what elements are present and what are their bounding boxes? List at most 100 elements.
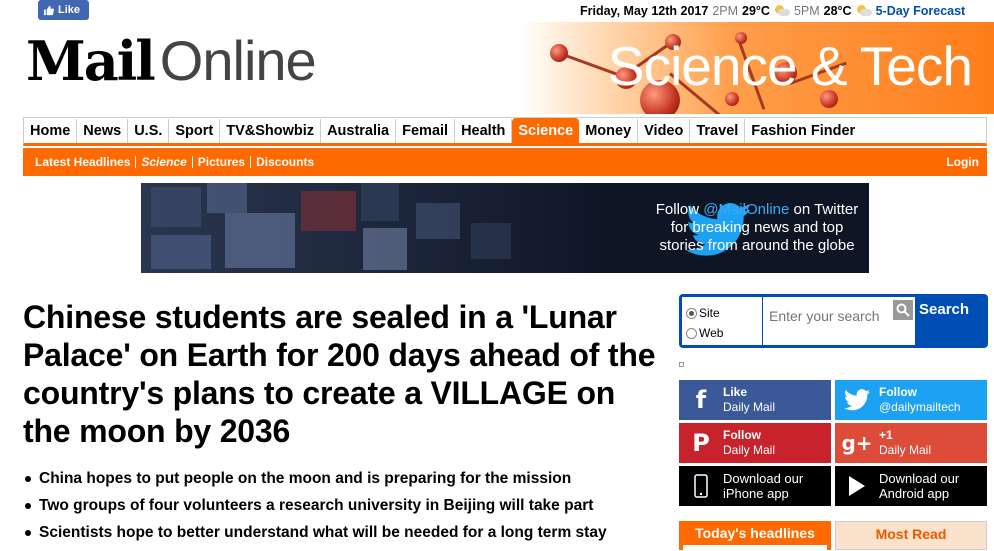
radio-button[interactable] bbox=[686, 327, 697, 339]
collage-photo bbox=[301, 191, 356, 231]
site-logo[interactable]: Mail Online bbox=[26, 28, 317, 93]
twitter-line1: Follow bbox=[879, 385, 917, 399]
scope-site-label: Site bbox=[699, 306, 720, 320]
googleplus-line1: +1 bbox=[879, 428, 893, 442]
article-headline: Chinese students are sealed in a 'Lunar … bbox=[23, 299, 656, 449]
nav-home[interactable]: Home bbox=[24, 118, 78, 143]
tab-todays-label: Today's headlines bbox=[695, 525, 815, 541]
play-store-icon bbox=[835, 466, 879, 506]
search-box: Site Web Search bbox=[679, 294, 988, 348]
nav-femail[interactable]: Femail bbox=[396, 118, 456, 143]
facebook-like-link[interactable]: f Like Daily Mail bbox=[679, 380, 831, 420]
subnav-discounts[interactable]: Discounts bbox=[251, 156, 319, 168]
facebook-line1: Like bbox=[723, 385, 748, 399]
tab-most-read[interactable]: Most Read bbox=[835, 521, 987, 550]
collage-photo bbox=[207, 183, 247, 213]
like-label: Like bbox=[58, 4, 81, 16]
ios-line2: iPhone app bbox=[723, 486, 789, 501]
search-button[interactable]: Search bbox=[919, 301, 969, 318]
molecule-atom bbox=[550, 44, 568, 62]
ios-line1: Download our bbox=[723, 471, 804, 486]
radio-button-selected[interactable] bbox=[686, 307, 697, 319]
partly-cloudy-icon bbox=[856, 5, 872, 17]
android-line2: Android app bbox=[879, 486, 950, 501]
collage-photo bbox=[416, 203, 460, 239]
nav-tv-showbiz[interactable]: TV&Showbiz bbox=[220, 118, 322, 143]
googleplus-icon: g+ bbox=[841, 431, 873, 455]
facebook-like-button[interactable]: Like bbox=[38, 0, 89, 20]
subnav-pictures[interactable]: Pictures bbox=[193, 156, 252, 168]
search-scope: Site Web bbox=[682, 297, 762, 345]
twitter-follow-link[interactable]: Follow @dailymailtech bbox=[835, 380, 987, 420]
pinterest-line2: Daily Mail bbox=[723, 443, 776, 457]
promo-line1-post: on Twitter bbox=[789, 201, 859, 218]
android-app-link[interactable]: Download our Android app bbox=[835, 466, 987, 506]
partly-cloudy-icon bbox=[774, 5, 790, 17]
section-banner: Science & Tech bbox=[520, 22, 994, 114]
summary-bullet: Scientists hope to better understand wha… bbox=[23, 519, 663, 546]
nav-fashion-finder[interactable]: Fashion Finder bbox=[745, 119, 861, 143]
nav-australia[interactable]: Australia bbox=[321, 118, 397, 143]
nav-health[interactable]: Health bbox=[455, 118, 513, 143]
nav-video[interactable]: Video bbox=[638, 118, 691, 143]
twitter-promo-banner[interactable]: Follow @MailOnline on Twitter for breaki… bbox=[141, 183, 869, 273]
section-title: Science & Tech bbox=[607, 35, 973, 97]
search-icon[interactable] bbox=[893, 300, 913, 320]
collage-photo bbox=[151, 187, 201, 227]
facebook-line2: Daily Mail bbox=[723, 400, 776, 414]
search-scope-web[interactable]: Web bbox=[686, 326, 723, 340]
twitter-line2: @dailymailtech bbox=[879, 400, 961, 414]
tab-content-area bbox=[683, 545, 827, 551]
tab-todays-headlines[interactable]: Today's headlines bbox=[679, 521, 831, 551]
thumbs-up-icon bbox=[43, 5, 54, 15]
sub-nav: Latest Headlines Science Pictures Discou… bbox=[23, 148, 987, 176]
twitter-promo-text: Follow @MailOnline on Twitter for breaki… bbox=[637, 201, 869, 255]
login-link[interactable]: Login bbox=[946, 155, 979, 169]
twitter-icon bbox=[835, 380, 879, 420]
photo-collage bbox=[141, 183, 611, 273]
weather-temp-2: 28°C bbox=[823, 4, 852, 18]
weather-time-2: 5PM bbox=[793, 4, 820, 18]
current-date: Friday, May 12th 2017 bbox=[580, 4, 709, 18]
collage-photo bbox=[151, 235, 211, 269]
main-nav: Home News U.S. Sport TV&Showbiz Australi… bbox=[23, 117, 987, 146]
summary-bullet: Two groups of four volunteers a research… bbox=[23, 492, 663, 519]
collage-photo bbox=[225, 213, 295, 268]
nav-sport[interactable]: Sport bbox=[169, 118, 221, 143]
weather-time-1: 2PM bbox=[712, 4, 739, 18]
logo-mail: Mail bbox=[26, 29, 156, 93]
promo-line2: for breaking news and top bbox=[670, 219, 844, 236]
nav-us[interactable]: U.S. bbox=[128, 118, 170, 143]
googleplus-link[interactable]: g+ +1 Daily Mail bbox=[835, 423, 987, 463]
nav-travel[interactable]: Travel bbox=[690, 118, 746, 143]
logo-online: Online bbox=[159, 29, 317, 92]
promo-line1-pre: Follow bbox=[655, 201, 704, 218]
subnav-latest-headlines[interactable]: Latest Headlines bbox=[30, 156, 137, 168]
collage-photo bbox=[363, 228, 407, 270]
weather-temp-1: 29°C bbox=[742, 4, 770, 18]
date-weather-bar: Friday, May 12th 2017 2PM 29°C 5PM 28°C … bbox=[580, 2, 965, 20]
googleplus-line2: Daily Mail bbox=[879, 443, 932, 457]
tab-most-read-label: Most Read bbox=[875, 526, 947, 542]
promo-line3: stories from around the globe bbox=[659, 237, 855, 254]
article-summary: China hopes to put people on the moon an… bbox=[23, 465, 663, 546]
scope-web-label: Web bbox=[699, 326, 724, 340]
pinterest-follow-link[interactable]: P Follow Daily Mail bbox=[679, 423, 831, 463]
subnav-science[interactable]: Science bbox=[136, 156, 193, 168]
nav-money[interactable]: Money bbox=[579, 118, 639, 143]
forecast-link[interactable]: 5-Day Forecast bbox=[876, 4, 966, 18]
pinterest-icon: P bbox=[692, 429, 710, 457]
facebook-icon: f bbox=[695, 386, 707, 414]
twitter-handle: @MailOnline bbox=[703, 201, 790, 218]
iphone-icon bbox=[679, 466, 723, 506]
collage-photo bbox=[361, 183, 399, 221]
pinterest-line1: Follow bbox=[723, 428, 761, 442]
android-line1: Download our bbox=[879, 471, 960, 486]
collage-photo bbox=[471, 223, 511, 259]
placeholder-image bbox=[679, 362, 684, 367]
nav-news[interactable]: News bbox=[77, 118, 129, 143]
nav-science[interactable]: Science bbox=[512, 118, 580, 145]
summary-bullet: China hopes to put people on the moon an… bbox=[23, 465, 663, 492]
search-scope-site[interactable]: Site bbox=[686, 306, 720, 320]
iphone-app-link[interactable]: Download our iPhone app bbox=[679, 466, 831, 506]
